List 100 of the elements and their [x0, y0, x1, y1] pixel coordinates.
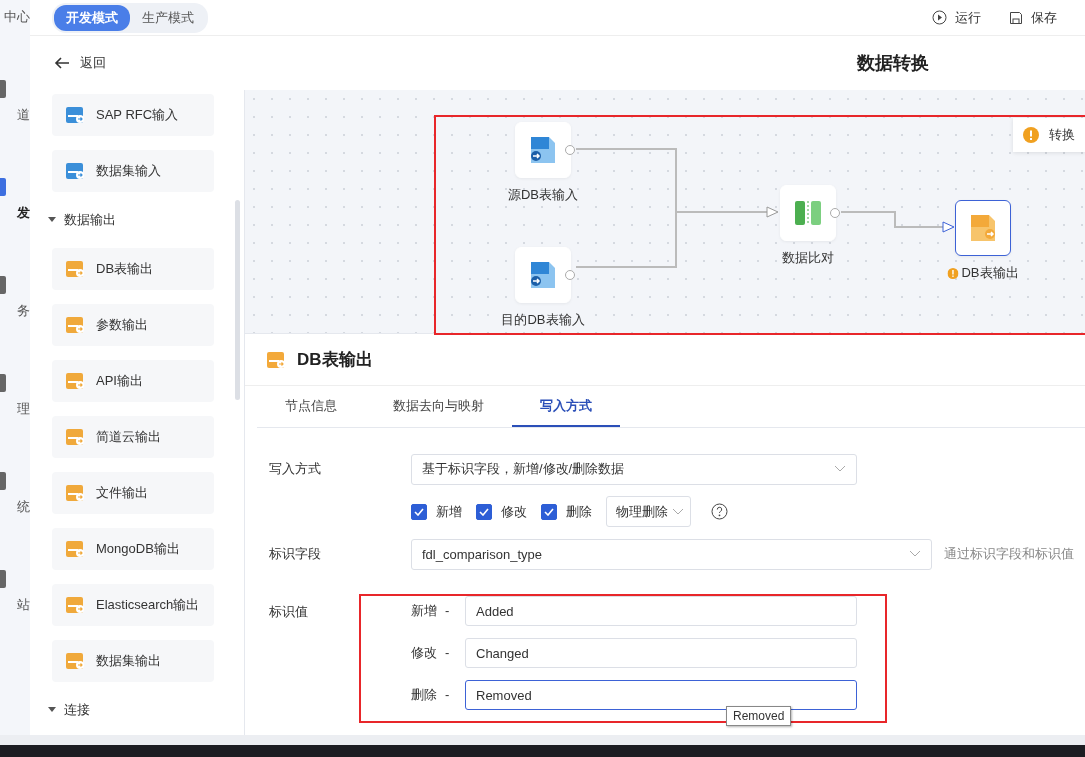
operation-checkbox[interactable]: 修改	[476, 502, 527, 521]
value-input[interactable]: Removed	[465, 680, 857, 710]
node-type-icon	[64, 594, 86, 616]
nav-item[interactable]: 站	[17, 596, 30, 614]
port-icon	[830, 208, 840, 218]
checkbox[interactable]	[411, 503, 427, 520]
nav-item[interactable]: 理	[17, 400, 30, 418]
chevron-down-icon	[834, 465, 846, 473]
warning-icon	[1023, 127, 1039, 143]
tooltip: Removed	[726, 706, 792, 726]
nav-icon	[0, 472, 6, 490]
palette-item-label: Elasticsearch输出	[96, 596, 200, 614]
palette-item[interactable]: MongoDB输出	[52, 528, 214, 570]
database-import-icon	[528, 135, 558, 165]
palette-item-label: 文件输出	[96, 484, 148, 502]
nav-icon	[0, 80, 6, 98]
node-type-icon	[64, 370, 86, 392]
palette-item[interactable]: 文件输出	[52, 472, 214, 514]
node-label: 数据比对	[782, 249, 834, 267]
dash: -	[445, 645, 450, 660]
palette-item-label: SAP RFC输入	[96, 106, 179, 124]
palette-item[interactable]: API输出	[52, 360, 214, 402]
palette-item-label: 数据集输出	[96, 652, 161, 670]
port-icon	[565, 145, 575, 155]
operation-checkbox[interactable]: 新增	[411, 502, 462, 521]
mode-button[interactable]: 生产模式	[130, 4, 206, 31]
node-type-icon	[64, 538, 86, 560]
database-export-icon	[968, 213, 998, 243]
save-icon	[1009, 10, 1023, 25]
palette-item[interactable]: 简道云输出	[52, 416, 214, 458]
nav-item[interactable]: 道	[17, 106, 30, 124]
nav-item[interactable]: 务	[17, 302, 30, 320]
flow-node[interactable]	[955, 200, 1011, 256]
database-import-icon	[528, 260, 558, 290]
value-input[interactable]: Added	[465, 596, 857, 626]
checkmark-icon	[414, 507, 424, 516]
palette-item[interactable]: 参数输出	[52, 304, 214, 346]
node-label: 目的DB表输入	[501, 311, 585, 329]
checkmark-icon	[544, 507, 554, 516]
nav-icon	[0, 570, 6, 588]
tab[interactable]: 节点信息	[257, 386, 365, 427]
panel-title: DB表输出	[297, 349, 373, 371]
field-hint: 通过标识字段和标识值	[944, 545, 1074, 563]
checkmark-icon	[479, 507, 489, 516]
write-mode-select[interactable]: 基于标识字段，新增/修改/删除数据	[411, 453, 857, 485]
compare-icon	[793, 199, 823, 227]
palette-item-label: MongoDB输出	[96, 540, 180, 558]
delete-mode-select[interactable]: 物理删除	[606, 496, 691, 527]
checkbox[interactable]	[476, 503, 492, 520]
node-type-icon	[64, 482, 86, 504]
mode-button[interactable]: 开发模式	[54, 4, 130, 31]
value-input[interactable]: Changed	[465, 638, 857, 668]
group-header[interactable]: 数据输出	[48, 206, 214, 234]
group-header[interactable]: 连接	[48, 696, 214, 724]
palette-item[interactable]: SAP RFC输入	[52, 94, 214, 136]
node-type-icon	[64, 650, 86, 672]
palette-item-label: DB表输出	[96, 260, 154, 278]
save-button[interactable]: 保存	[1009, 8, 1057, 27]
palette-item-label: 简道云输出	[96, 428, 161, 446]
palette-item[interactable]: DB表输出	[52, 248, 214, 290]
scrollbar-thumb[interactable]	[235, 200, 240, 400]
value-label: 修改	[411, 645, 437, 660]
node-type-icon	[64, 160, 86, 182]
chevron-down-icon	[909, 550, 921, 558]
palette-item[interactable]: 数据集输入	[52, 150, 214, 192]
value-label: 删除	[411, 687, 437, 702]
palette-item-label: API输出	[96, 372, 143, 390]
field-label: 标识字段	[269, 545, 322, 563]
node-label: 源DB表输入	[507, 186, 579, 204]
checkbox[interactable]	[541, 503, 557, 520]
node-label: DB表输出	[961, 264, 1019, 282]
nav-icon	[0, 178, 6, 196]
tab[interactable]: 写入方式	[512, 386, 620, 427]
port-icon	[565, 270, 575, 280]
palette-item[interactable]: Elasticsearch输出	[52, 584, 214, 626]
nav-icon	[0, 374, 6, 392]
nav-item[interactable]: 发	[17, 204, 30, 222]
back-button[interactable]: 返回	[54, 54, 106, 72]
field-label: 写入方式	[269, 460, 322, 478]
id-field-select[interactable]: fdl_comparison_type	[411, 538, 932, 570]
nav-item[interactable]: 统	[17, 498, 30, 516]
toast-text: 转换	[1049, 126, 1075, 144]
page-title: 数据转换	[857, 52, 929, 75]
node-type-icon	[64, 258, 86, 280]
nav-icon	[0, 276, 6, 294]
play-icon	[932, 10, 947, 25]
tab[interactable]: 数据去向与映射	[365, 386, 512, 427]
field-label: 标识值	[269, 603, 309, 621]
dash: -	[445, 687, 450, 702]
operation-checkbox[interactable]: 删除	[541, 502, 592, 521]
palette-item[interactable]: 数据集输出	[52, 640, 214, 682]
chevron-down-icon	[672, 507, 684, 516]
value-label: 新增	[411, 603, 437, 618]
run-button[interactable]: 运行	[932, 8, 981, 27]
node-type-icon	[64, 426, 86, 448]
palette-item-label: 数据集输入	[96, 162, 161, 180]
node-type-icon	[64, 314, 86, 336]
node-type-icon	[64, 104, 86, 126]
help-icon[interactable]	[711, 503, 728, 520]
nav-item[interactable]: 中心	[4, 8, 30, 26]
